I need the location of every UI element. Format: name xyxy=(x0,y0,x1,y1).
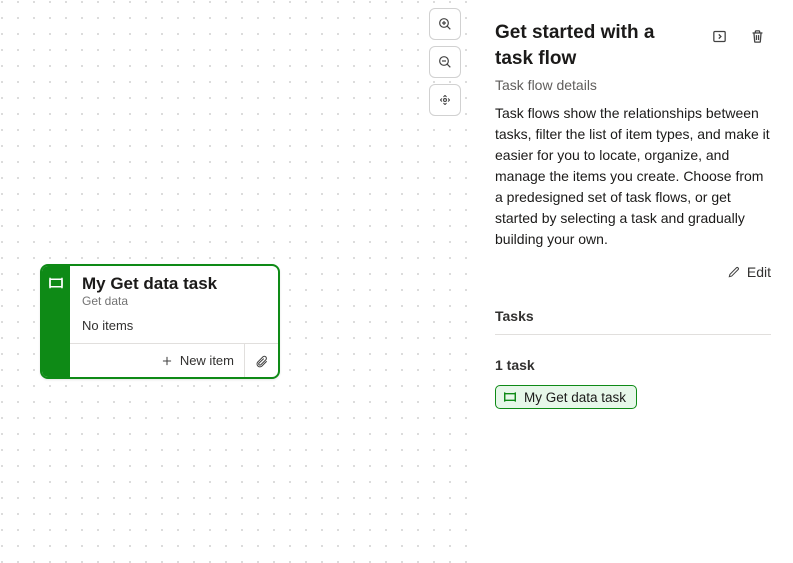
task-chip[interactable]: My Get data task xyxy=(495,385,637,409)
panel-subtitle: Task flow details xyxy=(495,77,771,93)
task-card-footer: New item xyxy=(70,343,278,377)
zoom-out-button[interactable] xyxy=(429,46,461,78)
task-card-items-status: No items xyxy=(82,318,266,333)
task-flow-canvas[interactable]: My Get data task Get data No items New i… xyxy=(0,0,473,563)
new-item-label: New item xyxy=(180,353,234,368)
task-card-body: My Get data task Get data No items New i… xyxy=(70,266,278,377)
task-type-icon xyxy=(47,274,65,292)
expand-icon xyxy=(711,28,728,45)
expand-panel-button[interactable] xyxy=(705,22,733,50)
trash-icon xyxy=(749,28,766,45)
zoom-in-icon xyxy=(437,16,453,32)
panel-description: Task flows show the relationships betwee… xyxy=(495,103,771,250)
fit-icon xyxy=(437,92,453,108)
plus-icon xyxy=(160,354,174,368)
attach-existing-button[interactable] xyxy=(244,344,278,377)
task-count-label: 1 task xyxy=(495,357,771,373)
new-item-button[interactable]: New item xyxy=(70,344,244,377)
zoom-out-icon xyxy=(437,54,453,70)
edit-label: Edit xyxy=(747,264,771,280)
task-card-title: My Get data task xyxy=(82,274,266,294)
task-type-icon xyxy=(502,389,518,405)
tasks-section-heading: Tasks xyxy=(495,308,771,335)
task-chip-label: My Get data task xyxy=(524,390,626,405)
edit-button[interactable]: Edit xyxy=(727,264,771,280)
zoom-controls xyxy=(429,8,461,116)
pencil-icon xyxy=(727,265,741,279)
panel-title: Get started with a task flow xyxy=(495,20,695,71)
fit-to-screen-button[interactable] xyxy=(429,84,461,116)
zoom-in-button[interactable] xyxy=(429,8,461,40)
details-panel: Get started with a task flow Task flow d… xyxy=(473,0,793,563)
task-card-subtitle: Get data xyxy=(82,294,266,308)
task-card-accent xyxy=(42,266,70,377)
task-card[interactable]: My Get data task Get data No items New i… xyxy=(40,264,280,379)
paperclip-icon xyxy=(255,354,269,368)
delete-button[interactable] xyxy=(743,22,771,50)
